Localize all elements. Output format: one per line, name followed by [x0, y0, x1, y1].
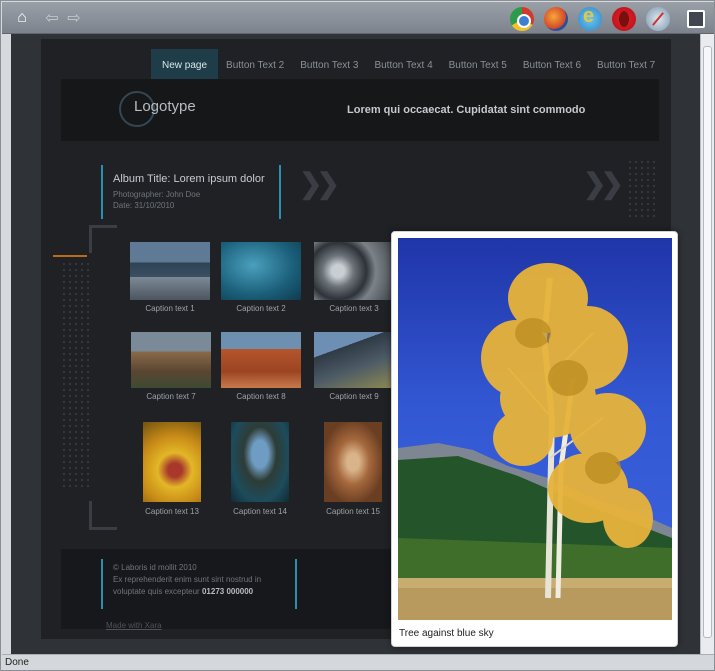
nav-button-2[interactable]: Button Text 2 — [218, 49, 292, 83]
bracket-decor — [89, 225, 117, 228]
orange-accent-line — [53, 255, 87, 257]
tree-photo — [398, 263, 672, 620]
album-info: Album Title: Lorem ipsum dolor Photograp… — [101, 165, 281, 219]
bracket-decor — [89, 501, 92, 529]
thumb-caption-13: Caption text 13 — [145, 507, 199, 516]
gallery-thumb-13[interactable] — [143, 422, 201, 502]
footer-phone: 01273 000000 — [201, 587, 254, 596]
chevron-decor-icon: ❯❯ — [583, 168, 624, 199]
footer-line-3-text: voluptate quis excepteur — [113, 587, 200, 596]
nav-button-7[interactable]: Button Text 7 — [589, 49, 663, 83]
lightbox-photo — [398, 238, 672, 620]
fullscreen-icon[interactable] — [687, 10, 705, 28]
site-logo[interactable]: Logotype — [134, 98, 196, 115]
ie-icon[interactable] — [578, 5, 602, 31]
footer-line-2: Ex reprehenderit enim sunt sint nostrud … — [113, 575, 262, 584]
nav-button-3[interactable]: Button Text 3 — [292, 49, 366, 83]
album-title: Album Title: Lorem ipsum dolor — [113, 173, 265, 185]
home-icon[interactable]: ⌂ — [12, 8, 32, 28]
scroll-thumb[interactable] — [703, 46, 712, 638]
bracket-decor — [89, 527, 117, 530]
footer-copyright: © Laboris id mollit 2010 — [113, 563, 197, 572]
thumb-caption-2: Caption text 2 — [236, 304, 286, 313]
footer-info: © Laboris id mollit 2010 Ex reprehenderi… — [101, 559, 297, 609]
thumb-caption-14: Caption text 14 — [233, 507, 287, 516]
thumb-caption-8: Caption text 8 — [236, 392, 286, 401]
opera-icon[interactable] — [612, 7, 636, 31]
dot-pattern — [627, 159, 659, 219]
album-date: Date: 31/10/2010 — [113, 201, 175, 210]
gallery-thumb-8[interactable] — [221, 332, 301, 388]
gallery-thumb-15[interactable] — [324, 422, 382, 502]
nav-new-page[interactable]: New page — [151, 49, 219, 83]
site-tagline: Lorem qui occaecat. Cupidatat sint commo… — [347, 104, 586, 116]
nav-button-4[interactable]: Button Text 4 — [366, 49, 440, 83]
thumb-caption-1: Caption text 1 — [145, 304, 195, 313]
chevron-decor-icon: ❯❯ — [299, 168, 340, 199]
bracket-decor — [89, 225, 92, 253]
gallery-thumb-3[interactable] — [314, 242, 394, 300]
gallery-thumb-14[interactable] — [231, 422, 289, 502]
gallery-thumb-9[interactable] — [314, 332, 394, 388]
back-icon[interactable]: ⇦ — [42, 8, 62, 28]
gallery-thumb-7[interactable] — [131, 332, 211, 388]
made-with-link[interactable]: Made with Xara — [106, 621, 162, 630]
safari-icon[interactable] — [646, 7, 670, 31]
forward-icon[interactable]: ⇨ — [64, 8, 84, 28]
chrome-icon[interactable] — [510, 7, 534, 31]
album-photographer: Photographer: John Doe — [113, 190, 201, 199]
footer-line-3: voluptate quis excepteur 01273 000000 — [113, 586, 285, 598]
site-header: Logotype Lorem qui occaecat. Cupidatat s… — [61, 79, 659, 141]
thumb-caption-7: Caption text 7 — [146, 392, 196, 401]
browser-toolbar: ⌂ ⇦ ⇨ — [2, 2, 714, 34]
thumb-caption-9: Caption text 9 — [329, 392, 379, 401]
nav-button-5[interactable]: Button Text 5 — [441, 49, 515, 83]
firefox-icon[interactable] — [544, 7, 568, 31]
lightbox-caption: Tree against blue sky — [399, 628, 494, 639]
lightbox-popup: × — [391, 231, 678, 647]
dot-pattern — [61, 261, 91, 491]
status-bar: Done — [2, 654, 714, 670]
gallery-thumb-1[interactable] — [130, 242, 210, 300]
thumb-caption-15: Caption text 15 — [326, 507, 380, 516]
browser-window: ⌂ ⇦ ⇨ New page Button Text 2 Button Text… — [0, 0, 715, 671]
nav-button-6[interactable]: Button Text 6 — [515, 49, 589, 83]
page-scrollbar[interactable] — [700, 34, 714, 654]
thumb-caption-3: Caption text 3 — [329, 304, 379, 313]
site-nav: New page Button Text 2 Button Text 3 But… — [151, 49, 663, 83]
gallery-thumb-2[interactable] — [221, 242, 301, 300]
